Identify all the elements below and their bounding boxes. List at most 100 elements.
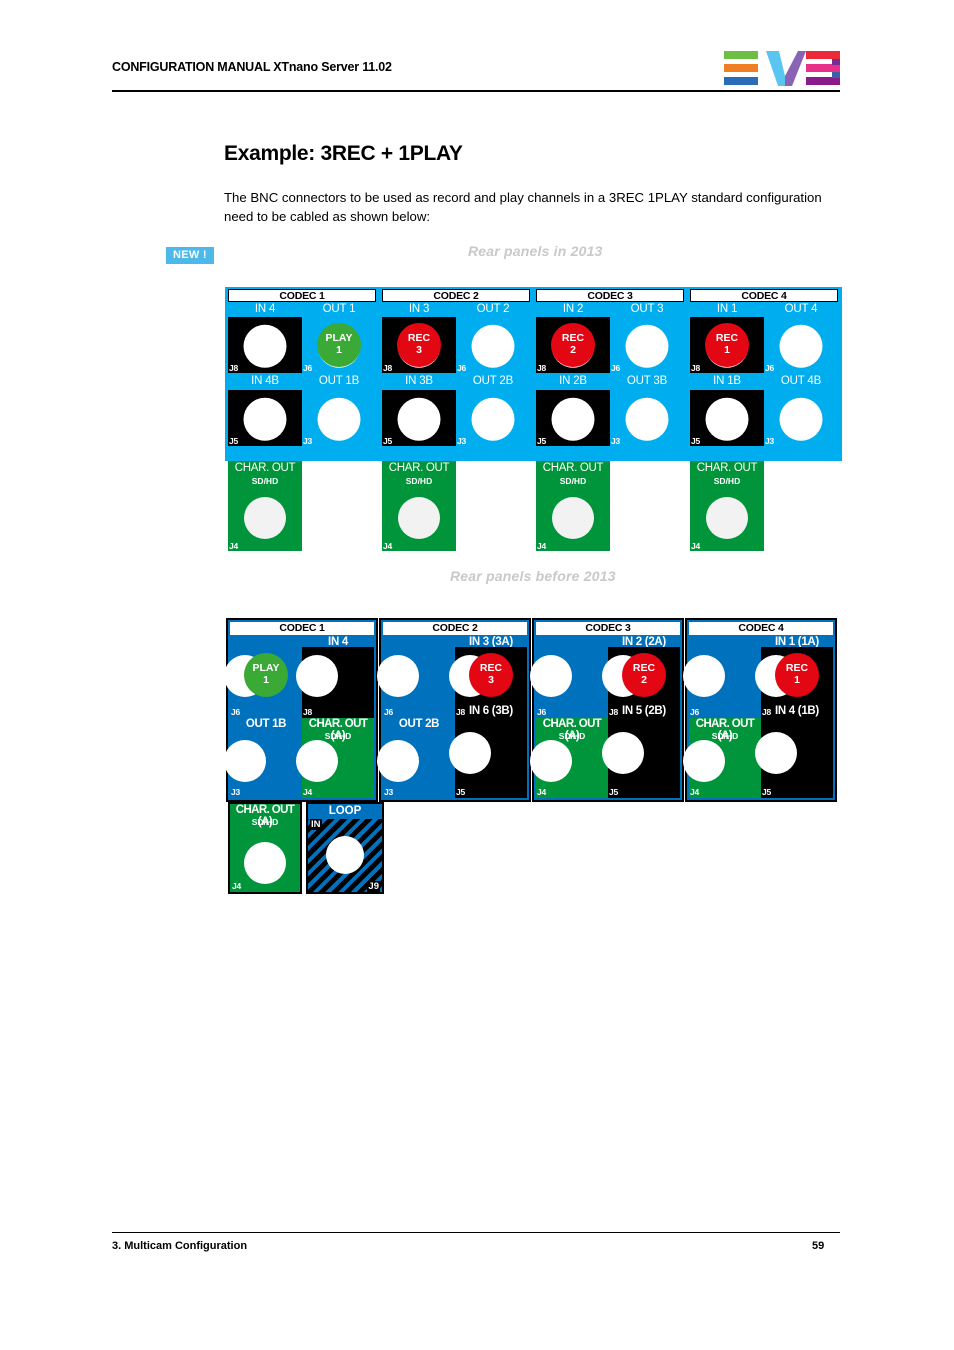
legacy-extra-char-out-connector[interactable]: CHAR. OUT (A) SD/HD J4 bbox=[228, 802, 302, 894]
out-b-connector-3[interactable]: J3 bbox=[610, 390, 684, 446]
badge-label: REC bbox=[479, 662, 503, 674]
codec-title-3: CODEC 3 bbox=[536, 289, 684, 302]
diagram-rear-panels-2013: CODEC 1 IN 4 OUT 1 J8 PLAY 1 J6 IN 4B OUT 1B J5 J3… bbox=[225, 287, 842, 557]
in-label-1: IN 4 bbox=[254, 303, 276, 315]
char-out-connector-4[interactable]: CHAR. OUT SD/HD J4 bbox=[690, 461, 764, 551]
codec-title-4: CODEC 4 bbox=[690, 289, 838, 302]
bnc-circle bbox=[377, 655, 419, 697]
out-b-connector-1[interactable]: J3 bbox=[302, 390, 376, 446]
in-b-connector-3[interactable]: J5 bbox=[536, 390, 610, 446]
loop-body: IN J9 bbox=[308, 819, 382, 892]
connector-j-label: J4 bbox=[383, 541, 393, 551]
connector-j-label: J4 bbox=[537, 787, 547, 797]
legacy-bl-connector-2[interactable]: OUT 2B J3 bbox=[377, 718, 455, 798]
out-b-connector-4[interactable]: J3 bbox=[764, 390, 838, 446]
in-b-connector-4[interactable]: J5 bbox=[690, 390, 764, 446]
bnc-circle bbox=[705, 397, 749, 441]
bnc-circle bbox=[244, 497, 286, 539]
char-out-title: CHAR. OUT bbox=[542, 462, 604, 474]
char-out-subtitle: SD/HD bbox=[713, 476, 741, 486]
connector-j-label: J6 bbox=[537, 707, 547, 717]
in-connector-3[interactable]: REC 2 J8 bbox=[536, 317, 610, 373]
legacy-codec-panel-1: CODEC 1OUT 1AIN 4PLAY1J6J8OUT 1BJ3CHAR. … bbox=[224, 618, 378, 802]
new-badge: NEW ! bbox=[166, 247, 214, 264]
connector-j-label: J5 bbox=[537, 436, 547, 446]
connector-j-label: J3 bbox=[231, 787, 241, 797]
play-badge: PLAY 1 bbox=[244, 653, 288, 697]
char-out-title: CHAR. OUT bbox=[234, 462, 296, 474]
legacy-br-connector-4[interactable]: IN 4 (1B) J5 bbox=[755, 705, 833, 798]
rec-badge: REC 1 bbox=[705, 323, 749, 367]
bnc-circle bbox=[377, 740, 419, 782]
page-title: Example: 3REC + 1PLAY bbox=[224, 142, 463, 165]
connector-j-label: J5 bbox=[609, 787, 619, 797]
bnc-circle bbox=[471, 397, 515, 441]
in-connector-2[interactable]: REC 3 J8 bbox=[382, 317, 456, 373]
badge-number: 1 bbox=[336, 344, 342, 356]
bnc-circle bbox=[296, 740, 338, 782]
badge-label: REC bbox=[561, 332, 585, 344]
footer-divider bbox=[112, 1232, 840, 1233]
in-b-label-2: IN 3B bbox=[405, 375, 433, 387]
legacy-tl-connector-3[interactable]: J6 bbox=[530, 635, 608, 718]
legacy-tr-connector-1[interactable]: J8 bbox=[296, 647, 374, 718]
legacy-tl-connector-1[interactable]: PLAY 1 J6 bbox=[224, 635, 302, 718]
legacy-br-connector-3[interactable]: IN 5 (2B) J5 bbox=[602, 705, 680, 798]
char-out-connector-3[interactable]: CHAR. OUT SD/HD J4 bbox=[536, 461, 610, 551]
bnc-circle bbox=[530, 740, 572, 782]
connector-j-label: J5 bbox=[691, 436, 701, 446]
bnc-circle bbox=[471, 324, 515, 368]
legacy-br-connector-2[interactable]: IN 6 (3B) J5 bbox=[449, 705, 527, 798]
legacy-bl-connector-1[interactable]: OUT 1B J3 bbox=[224, 718, 302, 798]
bnc-circle bbox=[625, 397, 669, 441]
footer-page-number: 59 bbox=[812, 1240, 825, 1252]
bnc-circle bbox=[243, 397, 287, 441]
char-out-connector-1[interactable]: CHAR. OUT SD/HD J4 bbox=[228, 461, 302, 551]
legacy-bl-connector-3[interactable]: CHAR. OUT (A) SD/HD J4 bbox=[530, 718, 608, 798]
rec-badge: REC 2 bbox=[551, 323, 595, 367]
out-connector-3[interactable]: J6 bbox=[610, 317, 684, 373]
connector-j-label: J5 bbox=[762, 787, 772, 797]
legacy-codec-title-2: CODEC 2 bbox=[383, 622, 527, 635]
rec-badge: REC 3 bbox=[469, 653, 513, 697]
out-connector-4[interactable]: J6 bbox=[764, 317, 838, 373]
codec-title-2: CODEC 2 bbox=[382, 289, 530, 302]
char-out-title: CHAR. OUT bbox=[696, 462, 758, 474]
badge-number: 2 bbox=[570, 344, 576, 356]
header-divider bbox=[112, 90, 840, 92]
connector-j-label: J3 bbox=[457, 436, 467, 446]
char-out-title: CHAR. OUT bbox=[388, 462, 450, 474]
out-connector-1[interactable]: PLAY 1 J6 bbox=[302, 317, 376, 373]
char-out-subtitle: SD/HD bbox=[405, 476, 433, 486]
connector-j-label: J4 bbox=[691, 541, 701, 551]
legacy-bl-connector-4[interactable]: CHAR. OUT (A) SD/HD J4 bbox=[683, 718, 761, 798]
in-connector-1[interactable]: J8 bbox=[228, 317, 302, 373]
loop-connector[interactable]: LOOP IN J9 bbox=[306, 802, 384, 894]
out-label-3: OUT 3 bbox=[630, 303, 664, 315]
connector-j-label: J6 bbox=[303, 363, 313, 373]
bnc-circle bbox=[326, 836, 364, 874]
out-b-connector-2[interactable]: J3 bbox=[456, 390, 530, 446]
connector-j-label: J8 bbox=[303, 707, 313, 717]
in-connector-4[interactable]: REC 1 J8 bbox=[690, 317, 764, 373]
char-out-subtitle: SD/HD bbox=[559, 476, 587, 486]
legacy-br-connector-1[interactable]: CHAR. OUT (A) SD/HD J4 bbox=[296, 718, 374, 798]
out-b-label-1: OUT 1B bbox=[318, 375, 360, 387]
badge-number: 1 bbox=[263, 674, 269, 686]
legacy-tl-connector-2[interactable]: J6 bbox=[377, 635, 455, 718]
legacy-codec-inner-4: CODEC 4OUT 4IN 1 (1A)J6REC1J8CHAR. OUT (… bbox=[683, 620, 835, 800]
in-b-connector-1[interactable]: J5 bbox=[228, 390, 302, 446]
connector-j-label: J6 bbox=[384, 707, 394, 717]
badge-label: REC bbox=[632, 662, 656, 674]
caption-rear-panels-2013: Rear panels in 2013 bbox=[468, 243, 603, 259]
connector-j-label: J8 bbox=[691, 363, 701, 373]
header-title: CONFIGURATION MANUAL XTnano Server 11.02 bbox=[112, 60, 392, 74]
out-connector-2[interactable]: J6 bbox=[456, 317, 530, 373]
badge-label: PLAY bbox=[252, 662, 280, 674]
in-b-connector-2[interactable]: J5 bbox=[382, 390, 456, 446]
char-out-connector-2[interactable]: CHAR. OUT SD/HD J4 bbox=[382, 461, 456, 551]
legacy-tl-connector-4[interactable]: J6 bbox=[683, 635, 761, 718]
connector-j-label: J4 bbox=[690, 787, 700, 797]
bnc-circle bbox=[779, 397, 823, 441]
badge-number: 3 bbox=[416, 344, 422, 356]
